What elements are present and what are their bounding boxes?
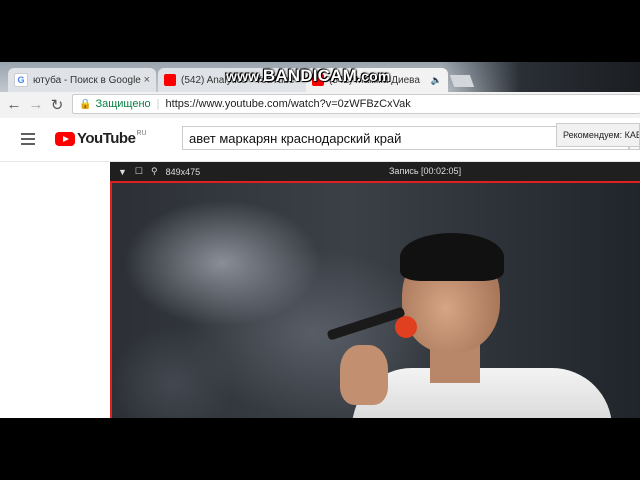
youtube-logo[interactable]: YouTube RU (55, 130, 147, 147)
singer-hair (400, 233, 504, 281)
letterbox-bottom (0, 418, 640, 480)
youtube-play-icon (55, 132, 75, 146)
watermark-brand: BANDICAM (262, 66, 357, 85)
recording-size: 849x475 (165, 166, 201, 177)
dropdown-icon[interactable]: ▼ (118, 167, 127, 177)
menu-icon[interactable] (21, 133, 35, 145)
address-divider: | (156, 98, 160, 110)
letterbox-top (0, 0, 640, 62)
recorder-toolbar: ▼ ☐ ⚲ 849x475 Запись [00:02:05] (110, 162, 640, 181)
url-text: https://www.youtube.com/watch?v=0zWFBzCx… (165, 98, 411, 110)
recommendation-tooltip: Рекомендуем: КАВКАЗ (556, 123, 640, 147)
singer-shirt (352, 368, 612, 418)
close-icon[interactable]: × (144, 74, 150, 86)
window-icon[interactable]: ☐ (135, 166, 143, 177)
address-bar[interactable]: 🔒 Защищено | https://www.youtube.com/wat… (72, 94, 640, 114)
lock-icon: 🔒 (79, 98, 92, 110)
video-player[interactable]: ▼ ☐ ⚲ 849x475 Запись [00:02:05] (110, 162, 640, 418)
logo-region: RU (136, 130, 147, 137)
recording-status: Запись [00:02:05] (389, 166, 462, 176)
forward-button[interactable]: → (27, 96, 45, 113)
tab-label: ютуба - Поиск в Google (33, 74, 141, 86)
tab-google-search[interactable]: G ютуба - Поиск в Google × (8, 68, 156, 92)
logo-text: YouTube (77, 130, 136, 147)
search-icon[interactable]: ⚲ (151, 166, 158, 177)
google-icon: G (14, 73, 28, 87)
search-value: авет маркарян краснодарский край (189, 130, 402, 146)
singer-hand (340, 345, 388, 405)
watermark-suffix: .com (357, 68, 391, 84)
speaker-icon[interactable]: 🔈 (431, 75, 442, 86)
address-toolbar: ← → ↻ 🔒 Защищено | https://www.youtube.c… (0, 92, 640, 119)
bandicam-watermark: www.BANDICAM.com (226, 66, 390, 86)
youtube-icon (164, 74, 176, 86)
youtube-header: YouTube RU авет маркарян краснодарский к… (0, 118, 640, 162)
microphone (326, 306, 406, 341)
reload-button[interactable]: ↻ (48, 96, 66, 114)
browser-window: G ютуба - Поиск в Google × (542) Analyti… (0, 62, 640, 418)
video-frame[interactable] (110, 181, 640, 418)
back-button[interactable]: ← (5, 96, 23, 113)
new-tab-button[interactable] (449, 75, 475, 87)
watermark-prefix: www. (226, 68, 263, 84)
microphone-head (395, 316, 417, 338)
secure-label: Защищено (95, 98, 151, 110)
